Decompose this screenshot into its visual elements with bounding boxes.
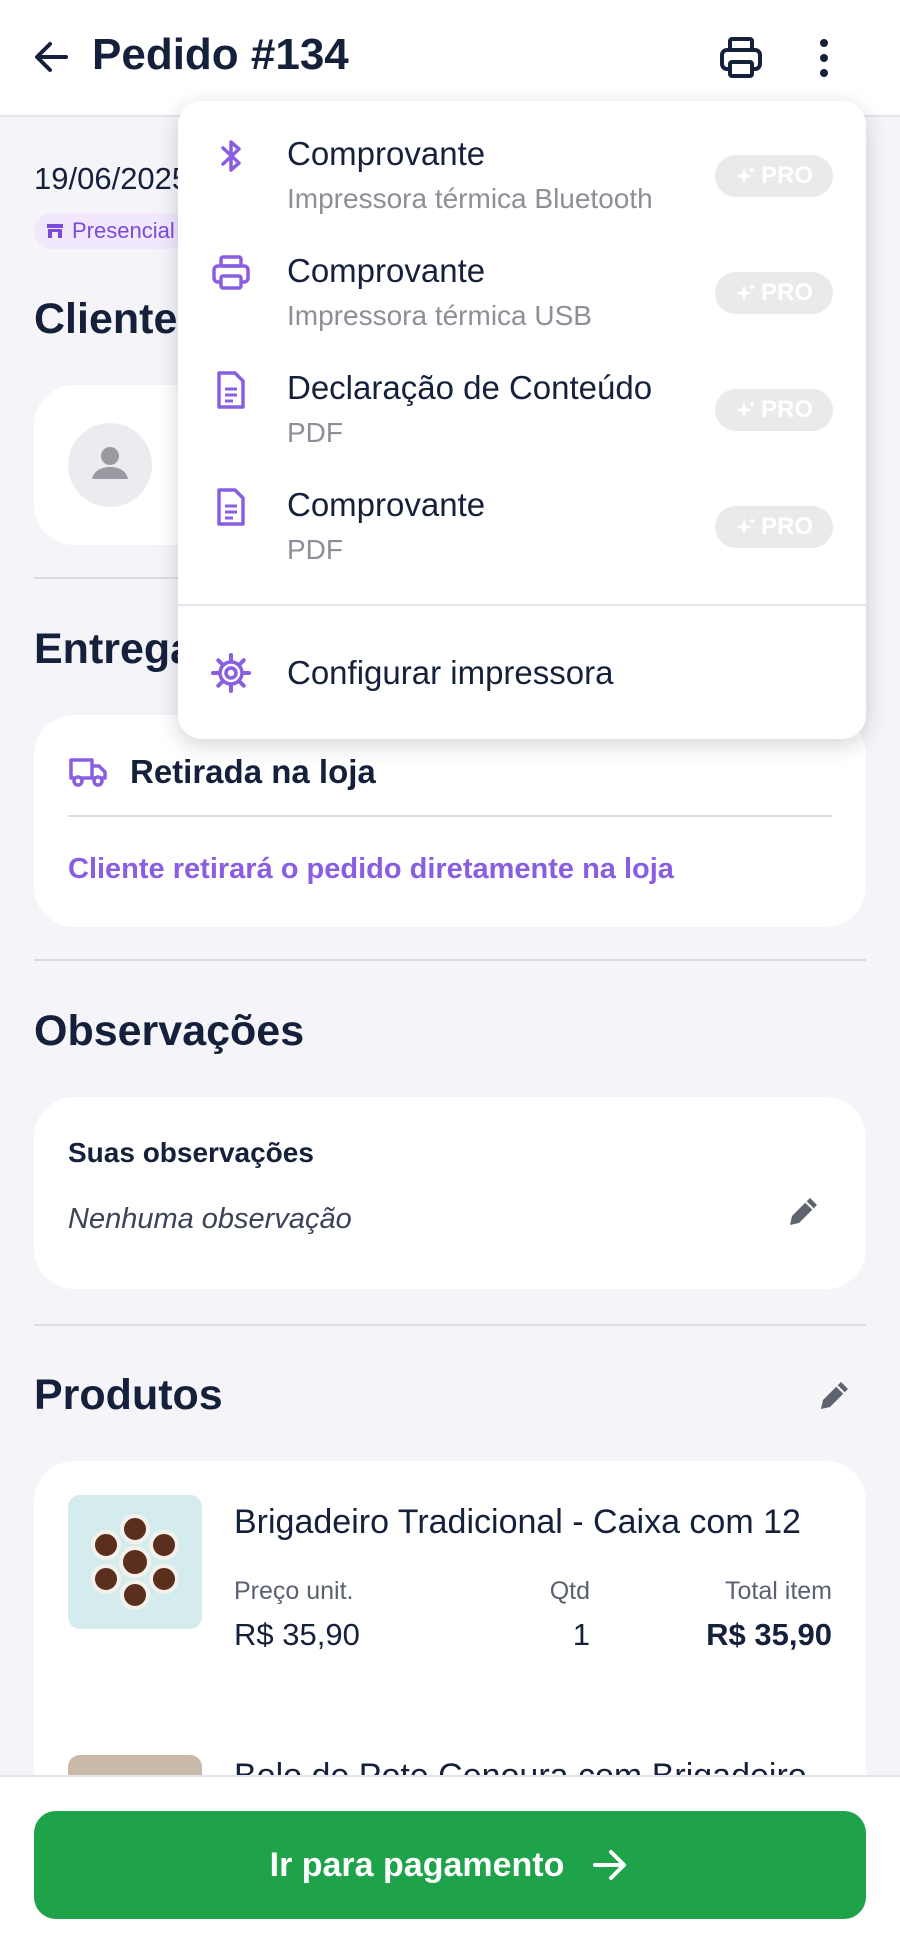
product-image	[68, 1755, 202, 1775]
pro-badge-label: PRO	[760, 513, 813, 540]
avatar	[68, 423, 152, 507]
delivery-card: Retirada na loja Cliente retirará o pedi…	[34, 715, 866, 927]
menu-item-receipt-bluetooth[interactable]: Comprovante Impressora térmica Bluetooth…	[178, 101, 866, 218]
total-label: Total item	[725, 1577, 832, 1605]
observations-card: Suas observações Nenhuma observação	[34, 1097, 866, 1289]
unit-price-value: R$ 35,90	[234, 1617, 360, 1652]
printer-icon[interactable]	[717, 34, 765, 82]
print-menu: Comprovante Impressora térmica Bluetooth…	[178, 101, 866, 739]
menu-item-receipt-usb[interactable]: Comprovante Impressora térmica USB PRO	[178, 218, 866, 335]
store-icon	[47, 224, 63, 238]
pro-badge-label: PRO	[760, 279, 813, 306]
pro-badge: PRO	[715, 389, 833, 431]
menu-item-title: Comprovante	[287, 252, 486, 289]
section-title-delivery: Entrega	[34, 625, 195, 673]
section-title-observations: Observações	[34, 1007, 305, 1055]
configure-printer-item[interactable]: Configurar impressora	[178, 606, 866, 739]
edit-products-icon[interactable]	[815, 1377, 853, 1415]
app-bar: Pedido #134	[0, 0, 900, 117]
pro-badge-label: PRO	[760, 162, 813, 189]
menu-item-title: Comprovante	[287, 135, 486, 172]
order-date: 19/06/2025	[34, 161, 190, 196]
pro-badge-label: PRO	[760, 396, 813, 423]
delivery-title: Retirada na loja	[130, 753, 376, 790]
channel-label: Presencial	[72, 218, 175, 243]
menu-item-subtitle: Impressora térmica Bluetooth	[287, 183, 653, 214]
menu-item-content-declaration-pdf[interactable]: Declaração de Conteúdo PDF PRO	[178, 335, 866, 452]
back-arrow-icon[interactable]	[30, 36, 72, 78]
menu-item-subtitle: PDF	[287, 534, 343, 565]
printer-icon	[210, 252, 252, 294]
pro-badge: PRO	[715, 506, 833, 548]
bottom-bar: Ir para pagamento	[0, 1775, 900, 1951]
observations-label: Suas observações	[68, 1137, 314, 1168]
product-name: Bolo de Pote Cenoura com Brigadeiro	[234, 1757, 807, 1775]
configure-printer-label: Configurar impressora	[287, 654, 614, 691]
truck-icon	[69, 758, 107, 787]
qty-label: Qtd	[549, 1577, 590, 1605]
divider	[34, 959, 866, 961]
delivery-header: Retirada na loja	[68, 753, 376, 791]
gear-icon	[210, 652, 252, 694]
qty-value: 1	[572, 1617, 590, 1652]
edit-observations-icon[interactable]	[784, 1193, 822, 1231]
channel-badge: Presencial	[34, 213, 187, 249]
menu-item-subtitle: Impressora térmica USB	[287, 300, 592, 331]
product-name: Brigadeiro Tradicional - Caixa com 12	[234, 1503, 801, 1541]
more-vertical-icon[interactable]	[806, 34, 842, 82]
menu-item-title: Declaração de Conteúdo	[287, 369, 653, 406]
go-to-payment-button[interactable]: Ir para pagamento	[34, 1811, 866, 1919]
page-title: Pedido #134	[92, 30, 349, 79]
unit-price-label: Preço unit.	[234, 1577, 354, 1605]
sparkle-icon	[735, 400, 756, 418]
sparkle-icon	[735, 517, 756, 535]
sparkle-icon	[735, 166, 756, 184]
arrow-right-icon	[593, 1850, 627, 1880]
delivery-description: Cliente retirará o pedido diretamente na…	[68, 853, 674, 885]
person-icon	[92, 447, 128, 479]
document-icon	[210, 486, 252, 528]
section-title-products: Produtos	[34, 1371, 223, 1419]
product-image	[68, 1495, 202, 1629]
section-title-client: Cliente	[34, 295, 178, 343]
products-card: Brigadeiro Tradicional - Caixa com 12 Pr…	[34, 1461, 866, 1775]
menu-item-title: Comprovante	[287, 486, 486, 523]
pro-badge: PRO	[715, 155, 833, 197]
document-icon	[210, 369, 252, 411]
total-value: R$ 35,90	[706, 1617, 832, 1652]
pro-badge: PRO	[715, 272, 833, 314]
go-to-payment-label: Ir para pagamento	[269, 1845, 565, 1884]
menu-item-subtitle: PDF	[287, 417, 343, 448]
divider	[68, 815, 832, 817]
divider	[34, 1324, 866, 1326]
bluetooth-icon	[210, 135, 252, 177]
menu-item-receipt-pdf[interactable]: Comprovante PDF PRO	[178, 452, 866, 569]
observations-value: Nenhuma observação	[68, 1203, 352, 1235]
sparkle-icon	[735, 283, 756, 301]
